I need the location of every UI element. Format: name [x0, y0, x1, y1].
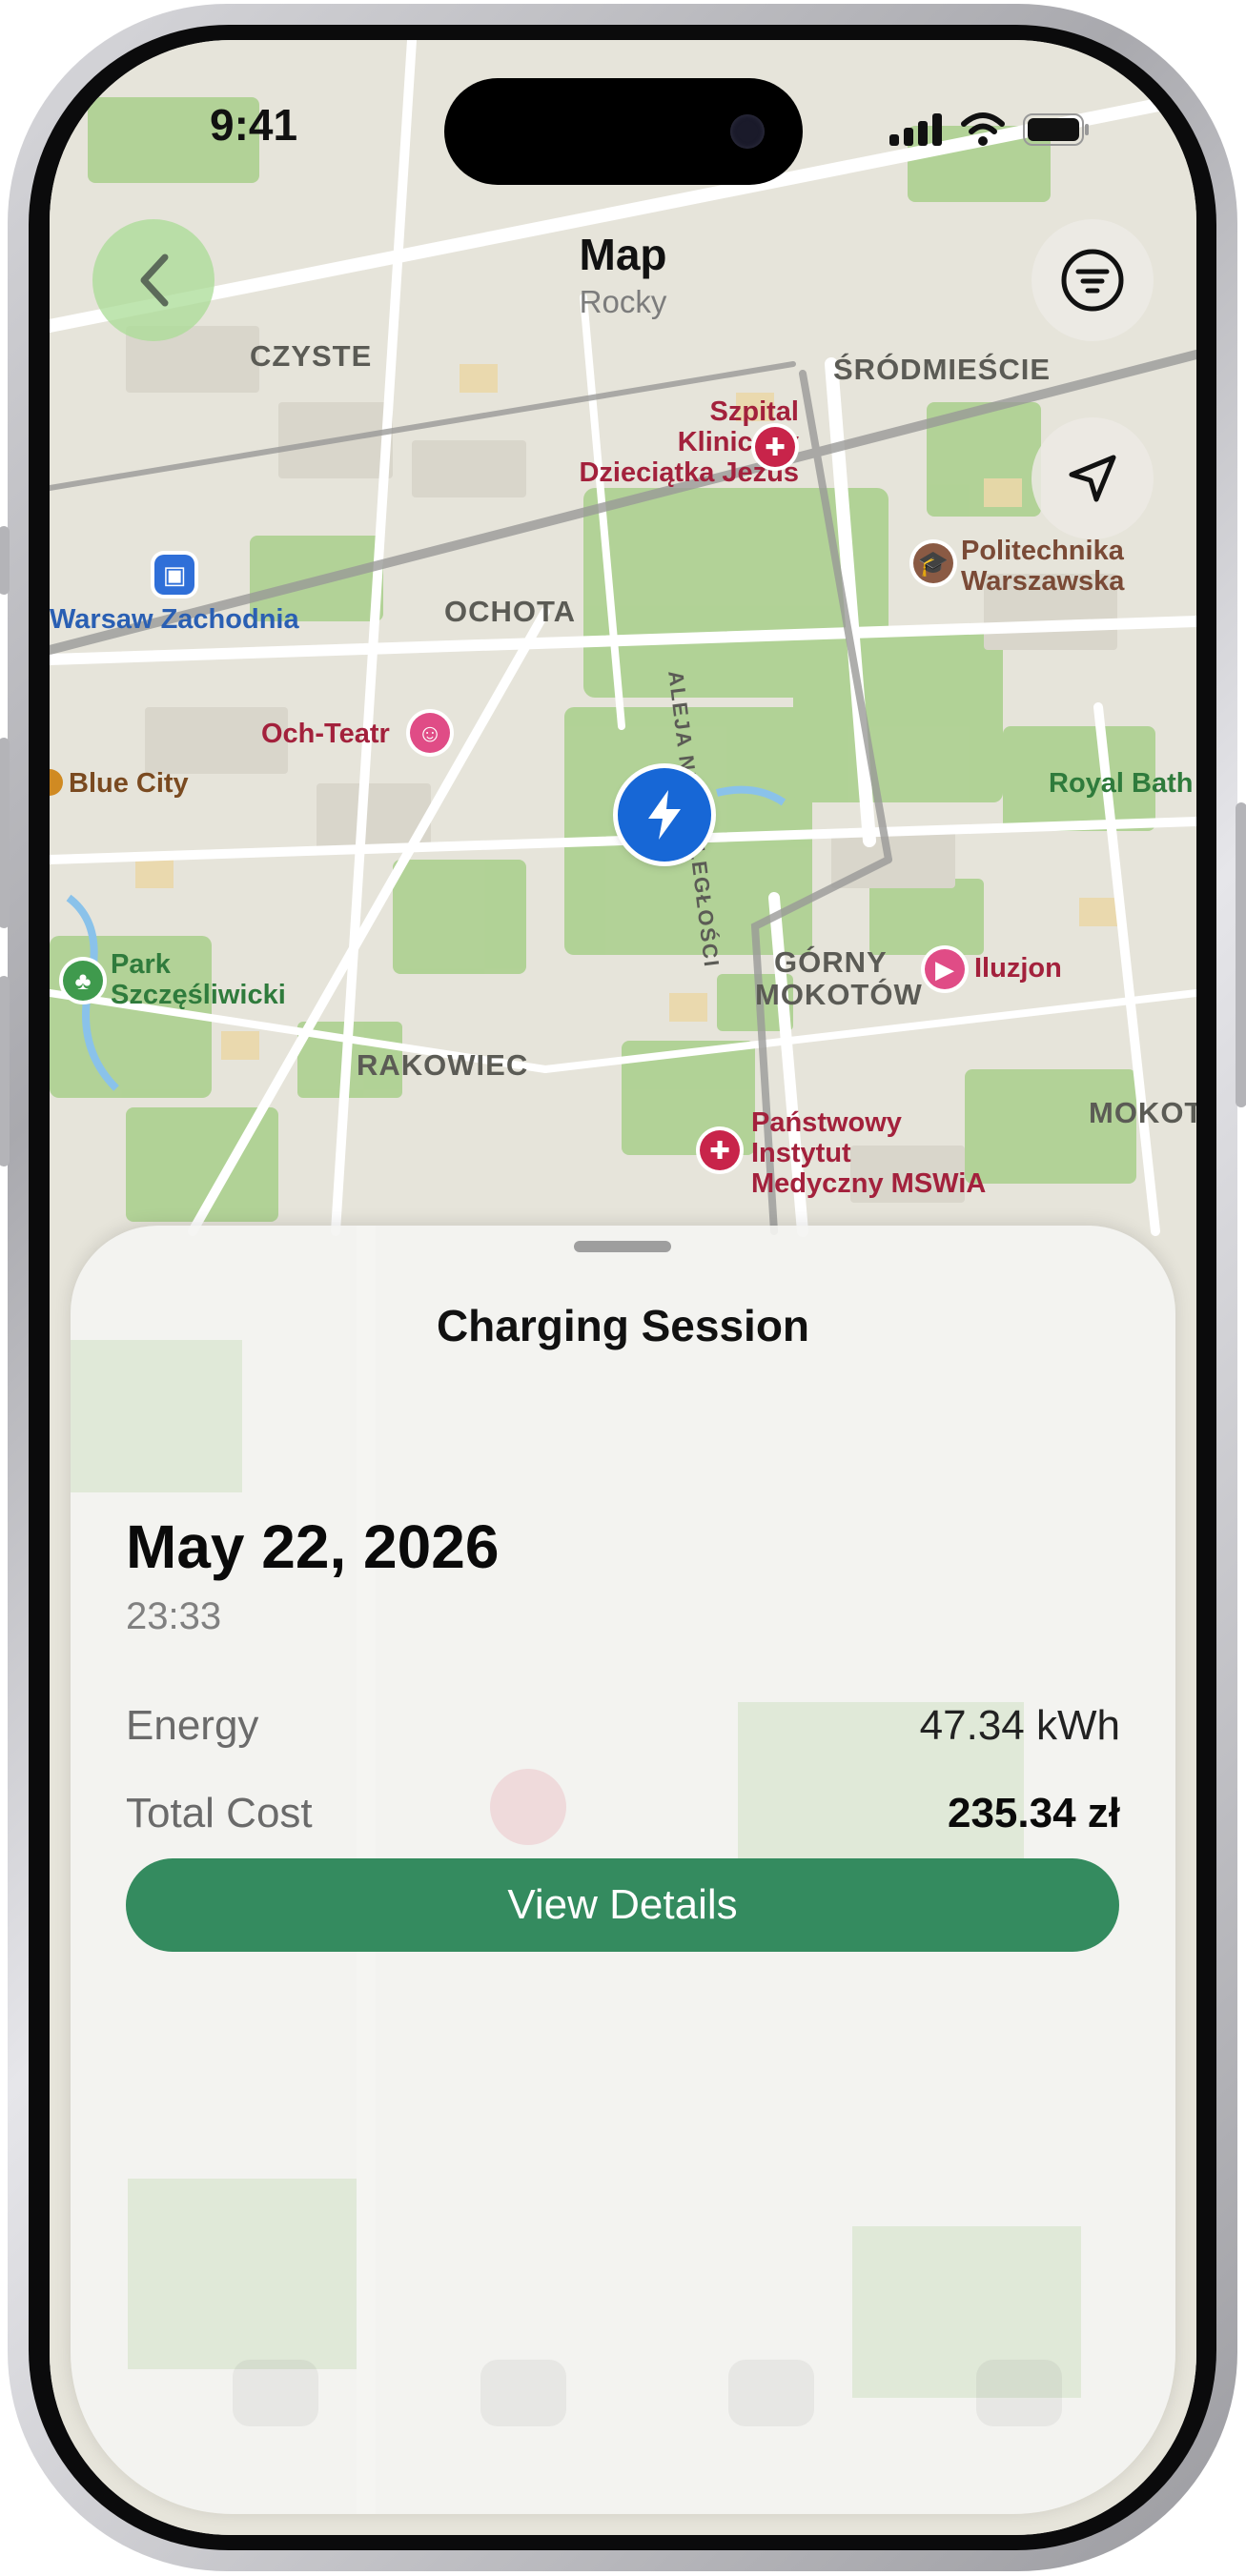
poi-line: Blue City: [69, 768, 189, 799]
train-station-icon[interactable]: ▣: [154, 555, 194, 595]
battery-icon: [1023, 113, 1089, 146]
poi-label-cinema[interactable]: Iluzjon: [974, 953, 1062, 984]
poi-label-university[interactable]: Politechnika Warszawska: [961, 536, 1124, 597]
session-date: May 22, 2026: [126, 1512, 500, 1581]
page-title: Map: [579, 230, 667, 279]
status-icons: [889, 112, 1090, 147]
filter-lines-icon: [1061, 249, 1124, 312]
poi-line: Szpital: [709, 396, 799, 427]
total-cost-value: 235.34 zł: [947, 1790, 1120, 1836]
locate-button[interactable]: [1032, 417, 1154, 539]
park-icon[interactable]: ♣: [63, 961, 103, 1001]
district-label: RAKOWIEC: [357, 1048, 529, 1082]
action-button: [0, 526, 10, 595]
district-label: MOKOT: [1089, 1096, 1196, 1129]
status-time: 9:41: [210, 100, 298, 150]
page-subtitle: Rocky: [579, 284, 667, 319]
shopping-icon: [50, 769, 63, 796]
poi-label-royal-bath[interactable]: Royal Bath: [1049, 768, 1193, 799]
hospital-icon[interactable]: ✚: [755, 427, 795, 467]
volume-up-button: [0, 738, 10, 928]
filter-button[interactable]: [1032, 219, 1154, 341]
district-label: OCHOTA: [444, 595, 577, 628]
cellular-signal-icon: [889, 113, 942, 146]
poi-label-park[interactable]: Park Szczęśliwicki: [111, 949, 286, 1010]
poi-line: Dzieciątka Jezus: [579, 457, 799, 488]
poi-line: Politechnika: [961, 536, 1124, 566]
poi-line: Instytut: [751, 1138, 851, 1168]
sheet-grabber[interactable]: [574, 1241, 671, 1252]
district-label: CZYSTE: [250, 339, 373, 373]
poi-line: Park: [111, 949, 171, 980]
view-details-button[interactable]: View Details: [126, 1858, 1119, 1952]
energy-value: 47.34 kWh: [919, 1702, 1120, 1749]
district-label: ŚRÓDMIEŚCIE: [833, 353, 1052, 386]
poi-line: Medyczny MSWiA: [751, 1168, 987, 1199]
tab-ghost: [728, 2360, 814, 2426]
poi-line: Szczęśliwicki: [111, 980, 286, 1010]
energy-label: Energy: [126, 1702, 259, 1749]
screen: CZYSTE ŚRÓDMIEŚCIE OCHOTA RAKOWIEC GÓRNY…: [50, 40, 1196, 2535]
tab-ghost: [233, 2360, 318, 2426]
location-arrow-icon: [1069, 455, 1116, 502]
cinema-icon[interactable]: ▶: [925, 949, 965, 989]
camera-icon: [730, 114, 765, 149]
university-icon[interactable]: 🎓: [913, 543, 953, 583]
district-label: GÓRNY: [774, 945, 888, 979]
poi-label-station[interactable]: Warsaw Zachodnia: [50, 604, 299, 635]
poi-label-theatre[interactable]: Och-Teatr: [261, 719, 390, 749]
poi-line: Państwowy: [751, 1107, 902, 1138]
tab-ghost: [480, 2360, 566, 2426]
poi-label-blue-city[interactable]: Blue City: [50, 768, 189, 799]
tab-ghost: [976, 2360, 1062, 2426]
poi-label-institute[interactable]: Państwowy Instytut Medyczny MSWiA: [751, 1107, 986, 1199]
hospital-icon[interactable]: ✚: [700, 1130, 740, 1170]
volume-down-button: [0, 976, 10, 1166]
poi-line: Warszawska: [961, 566, 1125, 597]
session-time: 23:33: [126, 1595, 222, 1637]
charger-pin[interactable]: [618, 768, 711, 862]
sheet-title: Charging Session: [436, 1301, 810, 1350]
total-cost-label: Total Cost: [126, 1790, 313, 1836]
power-button: [1236, 802, 1246, 1107]
lightning-bolt-icon: [648, 790, 681, 840]
dynamic-island: [444, 78, 803, 185]
district-label: MOKOTÓW: [755, 978, 923, 1011]
charging-session-sheet: Charging Session May 22, 2026 23:33 Ener…: [71, 1226, 1175, 2514]
wifi-icon: [961, 112, 1005, 146]
theatre-icon[interactable]: ☺: [410, 713, 450, 753]
